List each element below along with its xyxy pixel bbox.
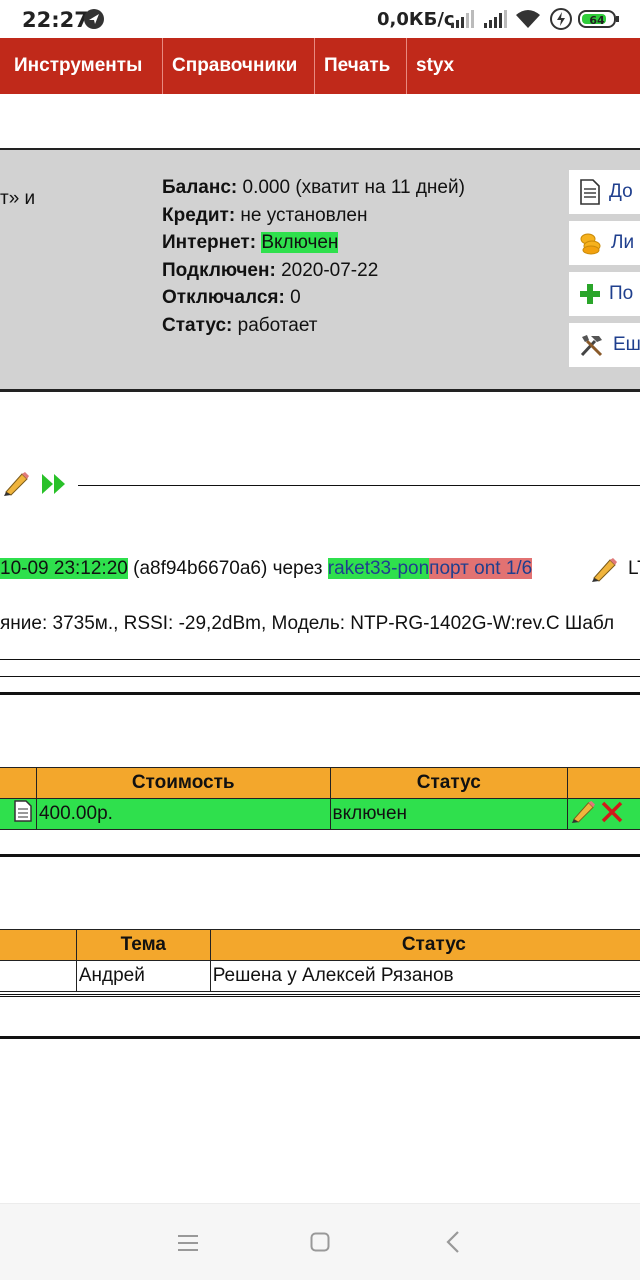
internet-label: Интернет:: [162, 232, 257, 253]
connected-label: Подключен:: [162, 259, 276, 281]
session-suffix: LT: [628, 558, 640, 579]
internet-status-badge: Включен: [261, 232, 339, 253]
disconnected-label: Отключался:: [162, 287, 285, 308]
status-bar: 22:27 0,0КБ/с 64: [0, 0, 640, 38]
navigation-icon: [83, 8, 105, 35]
document-icon[interactable]: [0, 798, 37, 830]
table-header-empty: [0, 767, 37, 799]
divider: [0, 692, 640, 695]
tariff-table: Стоимость Статус 400.00р. включен: [0, 767, 640, 830]
table-header-topic: Тема: [75, 929, 211, 961]
tools-icon: [580, 335, 603, 357]
divider: [0, 1036, 640, 1039]
delete-icon[interactable]: [601, 801, 623, 823]
account-summary: Баланс: 0.000 (хватит на 11 дней) Кредит…: [162, 174, 465, 339]
charging-icon: [550, 8, 572, 35]
home-icon[interactable]: [310, 1232, 330, 1257]
disconnected-value: 0: [284, 287, 301, 308]
side-button-accounts[interactable]: Ли: [569, 221, 640, 265]
system-navigation-bar: [0, 1203, 640, 1280]
table-row: 400.00р. включен: [0, 798, 640, 830]
coins-icon: [580, 233, 601, 255]
ticket-topic[interactable]: Андрей: [75, 960, 211, 992]
edit-pencil-icon[interactable]: [2, 470, 30, 501]
battery-icon: 64: [578, 9, 620, 34]
side-button-label: До: [609, 181, 633, 202]
menu-item-references[interactable]: Справочники: [164, 38, 315, 94]
back-icon[interactable]: [446, 1231, 460, 1258]
signal-icon: [483, 10, 507, 33]
session-line: 10-09 23:12:20 (a8f94b6670a6) через rake…: [0, 558, 533, 580]
tariff-actions: [567, 798, 640, 830]
fast-forward-icon[interactable]: [41, 473, 67, 500]
side-button-more[interactable]: Еш: [569, 323, 640, 367]
plus-icon: [580, 284, 600, 304]
network-speed: 0,0КБ/с: [377, 9, 455, 30]
menu-item-styx[interactable]: styx: [408, 38, 478, 94]
divider: [0, 994, 640, 995]
account-name-fragment: т» и: [0, 188, 36, 209]
divider: [0, 996, 640, 997]
tariff-cost: 400.00р.: [35, 798, 331, 830]
side-button-label: Еш: [613, 334, 640, 355]
table-header-status: Статус: [329, 767, 569, 799]
balance-value: 0.000 (хватит на 11 дней): [237, 177, 465, 198]
credit-value: не установлен: [235, 204, 368, 226]
side-button-documents[interactable]: До: [569, 170, 640, 214]
side-button-label: По: [609, 283, 634, 304]
divider: [0, 854, 640, 857]
ticket-cell-empty: [0, 960, 77, 992]
table-header-empty: [0, 929, 77, 961]
edit-pencil-icon[interactable]: [590, 556, 618, 587]
session-device-link[interactable]: raket33-pon: [327, 558, 430, 579]
menu-item-tools[interactable]: Инструменты: [6, 38, 163, 94]
credit-label: Кредит:: [162, 204, 236, 226]
connected-value: 2020-07-22: [275, 259, 379, 281]
battery-level: 64: [589, 14, 605, 27]
status-time: 22:27: [22, 8, 89, 32]
signal-icon: [450, 10, 474, 33]
balance-label: Баланс:: [162, 177, 238, 198]
edit-pencil-icon[interactable]: [570, 799, 596, 823]
status-value: работает: [232, 314, 318, 336]
divider: [0, 659, 640, 660]
account-info-panel: т» и Баланс: 0.000 (хватит на 11 дней) К…: [0, 148, 640, 392]
top-menu: Инструменты Справочники Печать styx: [0, 38, 640, 94]
wifi-icon: [515, 9, 541, 34]
divider: [78, 485, 640, 486]
menu-item-print[interactable]: Печать: [316, 38, 407, 94]
session-datetime: 10-09 23:12:20: [0, 558, 128, 579]
session-port-link[interactable]: порт ont 1/6: [429, 558, 533, 579]
table-header-status: Статус: [209, 929, 640, 961]
tickets-table: Тема Статус Андрей Решена у Алексей Ряза…: [0, 929, 640, 992]
tariff-status: включен: [329, 798, 569, 830]
document-icon: [580, 179, 600, 205]
side-button-label: Ли: [611, 232, 635, 253]
table-header-actions: [567, 767, 640, 799]
status-label: Статус:: [162, 314, 233, 336]
session-mac: (a8f94b6670a6) через: [127, 558, 328, 579]
ont-details: яние: 3735м., RSSI: -29,2dBm, Модель: NT…: [0, 613, 615, 634]
side-button-add[interactable]: По: [569, 272, 640, 316]
table-header-cost: Стоимость: [35, 767, 331, 799]
ticket-status: Решена у Алексей Рязанов: [209, 960, 640, 992]
table-row: Андрей Решена у Алексей Рязанов: [0, 960, 640, 992]
menu-icon[interactable]: [178, 1234, 198, 1257]
divider: [0, 676, 640, 677]
